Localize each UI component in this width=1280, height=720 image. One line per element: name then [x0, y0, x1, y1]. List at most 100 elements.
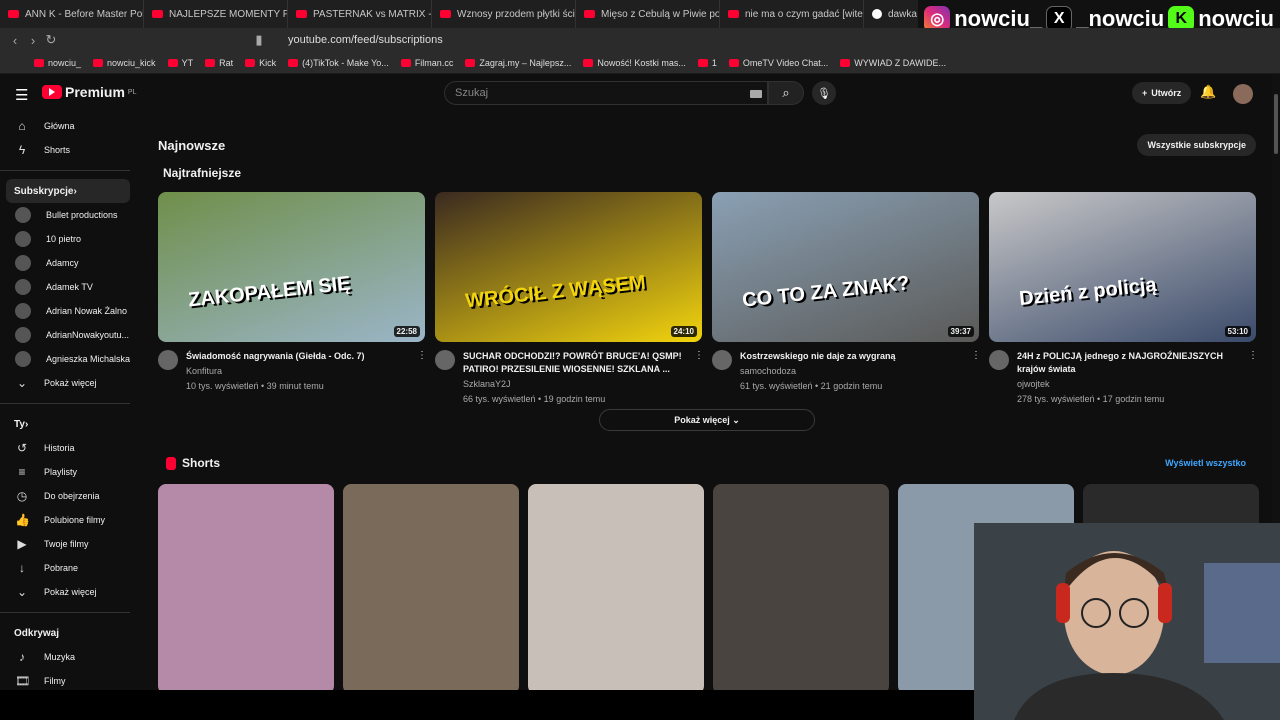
sidebar-item[interactable]: ↺ Historia [0, 436, 140, 460]
browser-tab[interactable]: Wznosy przodem płytki ściennie× [432, 0, 576, 28]
browser-tab[interactable]: ANN K - Before Master Poland× [0, 0, 144, 28]
video-meta: Świadomość nagrywania (Giełda - Odc. 7) K… [158, 350, 427, 393]
short-thumbnail[interactable] [158, 484, 334, 690]
sidebar-item-label: 10 pietro [46, 234, 82, 244]
sidebar-item[interactable]: 10 pietro [0, 227, 140, 251]
sidebar-item[interactable]: AdrianNowakyoutu... [0, 323, 140, 347]
video-meta: 24H z POLICJĄ jednego z NAJGROŹNIEJSZYCH… [989, 350, 1258, 406]
sidebar-item[interactable]: Agnieszka Michalska [0, 347, 140, 371]
youtube-logo[interactable]: Premium PL [42, 84, 136, 100]
menu-icon[interactable]: ☰ [15, 86, 28, 104]
sidebar-item[interactable]: ♪ Muzyka [0, 645, 140, 669]
sidebar-item[interactable]: ↓ Pobrane [0, 556, 140, 580]
search-button[interactable]: ⌕ [768, 81, 804, 105]
channel-name[interactable]: SzklanaY2J [463, 378, 686, 391]
sidebar-item[interactable]: ⌄ Pokaż więcej [0, 580, 140, 604]
video-text: Świadomość nagrywania (Giełda - Odc. 7) K… [186, 350, 409, 393]
bookmark-item[interactable]: nowciu_kick [93, 58, 156, 68]
video-title[interactable]: Świadomość nagrywania (Giełda - Odc. 7) [186, 350, 409, 363]
sidebar-item-label: Główna [44, 121, 75, 131]
video-card[interactable]: CO TO ZA ZNAK? 39:37 Kostrzewskiego nie da… [712, 192, 981, 406]
video-title[interactable]: Kostrzewskiego nie daje za wygraną [740, 350, 963, 363]
browser-tab[interactable]: Mięso z Cebulą w Piwie po Tex× [576, 0, 720, 28]
short-thumbnail[interactable] [528, 484, 704, 690]
sidebar-item[interactable]: Bullet productions [0, 203, 140, 227]
short-thumbnail[interactable] [343, 484, 519, 690]
sidebar-item[interactable]: ≡ Playlisty [0, 460, 140, 484]
back-icon[interactable]: ‹ [6, 33, 24, 48]
subscriptions-heading[interactable]: Subskrypcje › [6, 179, 130, 203]
bookmark-item[interactable]: Rat [205, 58, 233, 68]
you-heading[interactable]: Ty › [0, 412, 140, 436]
video-card[interactable]: WRÓCIŁ Z WĄSEM 24:10 SUCHAR ODCHODZI!? POW… [435, 192, 704, 406]
mic-icon[interactable]: 🎙 [812, 81, 836, 105]
youtube-favicon-icon [8, 10, 19, 18]
more-options-icon[interactable]: ⋮ [417, 350, 427, 393]
bookmark-item[interactable]: Nowość! Kostki mas... [583, 58, 686, 68]
sidebar-item[interactable]: ϟ Shorts [0, 138, 140, 162]
reload-icon[interactable]: ↻ [42, 32, 60, 48]
channel-avatar[interactable] [989, 350, 1009, 370]
browser-tab[interactable]: nie ma o czym gadać [witek ×× [720, 0, 864, 28]
thumbnail-overlay-text: CO TO ZA ZNAK? [741, 272, 911, 312]
shorts-show-all-link[interactable]: Wyświetl wszystko [1165, 458, 1246, 468]
channel-avatar[interactable] [158, 350, 178, 370]
sidebar-item[interactable]: ⌄ Pokaż więcej [0, 371, 140, 395]
bookmark-item[interactable]: Kick [245, 58, 276, 68]
video-thumbnail[interactable]: CO TO ZA ZNAK? 39:37 [712, 192, 979, 342]
browser-tab[interactable]: PASTERNAK vs MATRIX - CAŁA× [288, 0, 432, 28]
shorts-icon: ϟ [18, 143, 26, 157]
sidebar-item[interactable]: ◷ Do obejrzenia [0, 484, 140, 508]
forward-icon[interactable]: › [24, 33, 42, 48]
channel-avatar[interactable] [712, 350, 732, 370]
bookmark-icon [288, 58, 299, 67]
video-card[interactable]: Dzień z policją 53:10 24H z POLICJĄ jedneg… [989, 192, 1258, 406]
show-more-button[interactable]: Pokaż więcej ⌄ [599, 409, 815, 431]
sidebar-item-label: AdrianNowakyoutu... [46, 330, 130, 340]
channel-avatar[interactable] [435, 350, 455, 370]
bookmark-item[interactable]: nowciu_ [34, 58, 81, 68]
bookmark-item[interactable]: (4)TikTok - Make Yo... [288, 58, 389, 68]
explore-title: Odkrywaj [14, 627, 60, 639]
url-field[interactable]: youtube.com/feed/subscriptions [288, 34, 443, 46]
video-card[interactable]: ZAKOPAŁEM SIĘ 22:58 Świadomość nagrywania … [158, 192, 427, 406]
video-title[interactable]: 24H z POLICJĄ jednego z NAJGROŹNIEJSZYCH… [1017, 350, 1240, 376]
search-input[interactable]: Szukaj [444, 81, 768, 105]
short-thumbnail[interactable] [713, 484, 889, 690]
channel-name[interactable]: Konfitura [186, 365, 409, 378]
sidebar-item[interactable]: ⌂ Główna [0, 114, 140, 138]
sidebar-item[interactable]: 🎞 Filmy [0, 669, 140, 690]
bell-icon[interactable]: 🔔 [1200, 84, 1216, 100]
keyboard-icon[interactable] [750, 90, 762, 98]
channel-avatar [15, 279, 31, 295]
sidebar-item[interactable]: 👍 Polubione filmy [0, 508, 140, 532]
sidebar-item[interactable]: ▶ Twoje filmy [0, 532, 140, 556]
channel-avatar [15, 255, 31, 271]
browser-tab[interactable]: NAJLEPSZE MOMENTY POLSKI× [144, 0, 288, 28]
bookmark-item[interactable]: Filman.cc [400, 58, 453, 68]
bookmark-item[interactable]: YT [167, 58, 193, 68]
bookmark-item[interactable]: 1 [697, 58, 717, 68]
video-thumbnail[interactable]: ZAKOPAŁEM SIĘ 22:58 [158, 192, 425, 342]
bookmark-item[interactable]: Zagraj.my – Najlepsz... [465, 58, 571, 68]
bookmark-icon[interactable]: ▮ [250, 32, 268, 48]
video-thumbnail[interactable]: Dzień z policją 53:10 [989, 192, 1256, 342]
channel-name[interactable]: samochodoza [740, 365, 963, 378]
more-options-icon[interactable]: ⋮ [1248, 350, 1258, 406]
create-button[interactable]: + Utwórz [1132, 82, 1192, 104]
all-subscriptions-button[interactable]: Wszystkie subskrypcje [1137, 134, 1256, 156]
more-options-icon[interactable]: ⋮ [694, 350, 704, 406]
sidebar-item[interactable]: Adamek TV [0, 275, 140, 299]
bookmark-item[interactable]: OmeTV Video Chat... [728, 58, 828, 68]
music-icon: ♪ [19, 650, 25, 664]
video-text: 24H z POLICJĄ jednego z NAJGROŹNIEJSZYCH… [1017, 350, 1240, 406]
more-options-icon[interactable]: ⋮ [971, 350, 981, 393]
video-title[interactable]: SUCHAR ODCHODZI!? POWRÓT BRUCE'A! QSMP! … [463, 350, 686, 376]
video-thumbnail[interactable]: WRÓCIŁ Z WĄSEM 24:10 [435, 192, 702, 342]
sidebar-item[interactable]: Adamcy [0, 251, 140, 275]
bookmark-item[interactable]: WYWIAD Z DAWIDE... [840, 58, 946, 68]
channel-name[interactable]: ojwojtek [1017, 378, 1240, 391]
youtube-header: ☰ Premium PL Szukaj ⌕ 🎙 + Utwórz 🔔 [0, 74, 1280, 112]
sidebar-item[interactable]: Adrian Nowak Żalno [0, 299, 140, 323]
avatar[interactable] [1233, 84, 1253, 104]
